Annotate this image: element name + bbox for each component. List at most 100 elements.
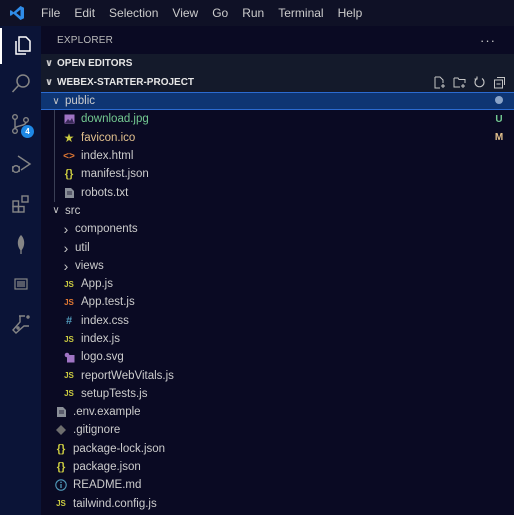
menu-help[interactable]: Help: [331, 0, 370, 26]
image-file-icon: [61, 112, 77, 126]
menu-run[interactable]: Run: [235, 0, 271, 26]
project-section[interactable]: ∨ WEBEX-STARTER-PROJECT: [41, 73, 514, 92]
item-label: .env.example: [73, 406, 141, 419]
file-item[interactable]: {} package.json: [41, 458, 514, 476]
js-file-icon: JS: [56, 499, 66, 509]
folder-item[interactable]: ∨ public: [41, 92, 514, 111]
item-label: index.js: [81, 333, 120, 345]
file-item[interactable]: README.md: [41, 476, 514, 494]
json-file-icon: {}: [64, 168, 74, 181]
modified-dot-icon: [484, 95, 514, 107]
explorer-sidebar: EXPLORER ··· ∨ OPEN EDITORS ∨ WEBEX-STAR…: [41, 26, 514, 515]
testing-flask-icon: [11, 315, 30, 334]
file-item[interactable]: JS App.js: [41, 275, 514, 293]
item-label: package-lock.json: [73, 442, 166, 455]
activity-search[interactable]: [0, 66, 41, 102]
json-file-icon: {}: [56, 442, 66, 455]
file-item[interactable]: JS setupTests.js: [41, 385, 514, 403]
item-label: util: [75, 241, 90, 254]
file-item[interactable]: JS tailwind.config.js: [41, 495, 514, 513]
new-file-icon[interactable]: [432, 76, 446, 90]
chevron-down-icon: ∨: [52, 95, 60, 107]
file-item[interactable]: download.jpg U: [41, 110, 514, 128]
activity-source-control[interactable]: 4: [0, 106, 41, 142]
favicon-star-icon: ★: [63, 130, 75, 145]
more-actions-icon[interactable]: ···: [480, 33, 496, 48]
item-label: tailwind.config.js: [73, 497, 157, 510]
item-label: robots.txt: [81, 186, 129, 199]
file-item[interactable]: # index.css: [41, 312, 514, 330]
file-item[interactable]: ★ favicon.ico M: [41, 129, 514, 147]
activity-extensions[interactable]: [0, 186, 41, 222]
menu-go[interactable]: Go: [205, 0, 235, 26]
item-label: setupTests.js: [81, 387, 148, 400]
folder-item[interactable]: ∨ src: [41, 202, 514, 220]
file-item[interactable]: JS reportWebVitals.js: [41, 366, 514, 384]
explorer-icon: [14, 36, 31, 55]
chevron-right-icon: ›: [63, 221, 69, 238]
chevron-right-icon: ›: [63, 257, 69, 274]
refresh-icon[interactable]: [472, 76, 486, 90]
item-label: download.jpg: [81, 113, 149, 126]
item-label: reportWebVitals.js: [81, 369, 174, 382]
folder-item[interactable]: › views: [41, 257, 514, 275]
chevron-down-icon: ∨: [44, 58, 54, 69]
open-editors-section[interactable]: ∨ OPEN EDITORS: [41, 54, 514, 73]
js-file-icon: JS: [64, 389, 74, 399]
file-item[interactable]: {} package-lock.json: [41, 440, 514, 458]
source-control-badge: 4: [21, 125, 34, 138]
json-file-icon: {}: [56, 461, 66, 474]
activity-bar: 4: [0, 26, 41, 515]
file-item[interactable]: robots.txt: [41, 183, 514, 201]
new-folder-icon[interactable]: [452, 76, 466, 90]
menu-selection[interactable]: Selection: [102, 0, 165, 26]
item-label: public: [65, 95, 96, 108]
item-label: src: [65, 204, 81, 217]
panel-icon: [13, 278, 28, 290]
search-icon: [11, 74, 30, 93]
item-label: manifest.json: [81, 168, 149, 181]
title-bar: File Edit Selection View Go Run Terminal Help: [0, 0, 514, 26]
js-file-icon: JS: [64, 334, 74, 344]
folder-item[interactable]: › util: [41, 238, 514, 256]
item-label: index.html: [81, 150, 134, 163]
activity-explorer[interactable]: [0, 28, 41, 64]
item-label: logo.svg: [81, 351, 124, 364]
js-file-icon: JS: [64, 371, 74, 381]
explorer-title: EXPLORER: [57, 34, 114, 46]
menu-terminal[interactable]: Terminal: [271, 0, 330, 26]
chevron-down-icon: ∨: [44, 77, 54, 88]
text-file-icon: [53, 405, 69, 419]
file-item[interactable]: {} manifest.json: [41, 165, 514, 183]
activity-run-debug[interactable]: [0, 146, 41, 182]
menu-edit[interactable]: Edit: [67, 0, 102, 26]
text-file-icon: [61, 186, 77, 200]
file-item[interactable]: .gitignore: [41, 421, 514, 439]
menu-view[interactable]: View: [165, 0, 205, 26]
menu-file[interactable]: File: [34, 0, 67, 26]
file-tree: ∨ public download.jpg U ★ favicon.ico M <> index…: [41, 92, 514, 513]
folder-item[interactable]: › components: [41, 220, 514, 238]
file-item[interactable]: JS index.js: [41, 330, 514, 348]
svg-file-icon: [61, 350, 77, 364]
item-label: App.test.js: [81, 296, 135, 309]
file-item[interactable]: .env.example: [41, 403, 514, 421]
file-item[interactable]: JS App.test.js: [41, 293, 514, 311]
file-item[interactable]: logo.svg: [41, 348, 514, 366]
item-label: favicon.ico: [81, 131, 136, 144]
item-label: index.css: [81, 314, 129, 327]
activity-panel[interactable]: [0, 266, 41, 302]
collapse-all-icon[interactable]: [492, 76, 506, 90]
item-label: views: [75, 259, 104, 272]
git-file-icon: [53, 423, 69, 437]
git-status-badge: M: [494, 132, 504, 144]
info-file-icon: [53, 478, 69, 492]
indent-guide: [54, 110, 55, 202]
menu-bar: File Edit Selection View Go Run Terminal Help: [34, 0, 369, 26]
vscode-logo-icon: [0, 0, 34, 26]
css-file-icon: #: [65, 314, 73, 327]
file-item[interactable]: <> index.html: [41, 147, 514, 165]
activity-testing[interactable]: [0, 306, 41, 342]
activity-mongodb[interactable]: [0, 226, 41, 262]
item-label: README.md: [73, 479, 142, 492]
